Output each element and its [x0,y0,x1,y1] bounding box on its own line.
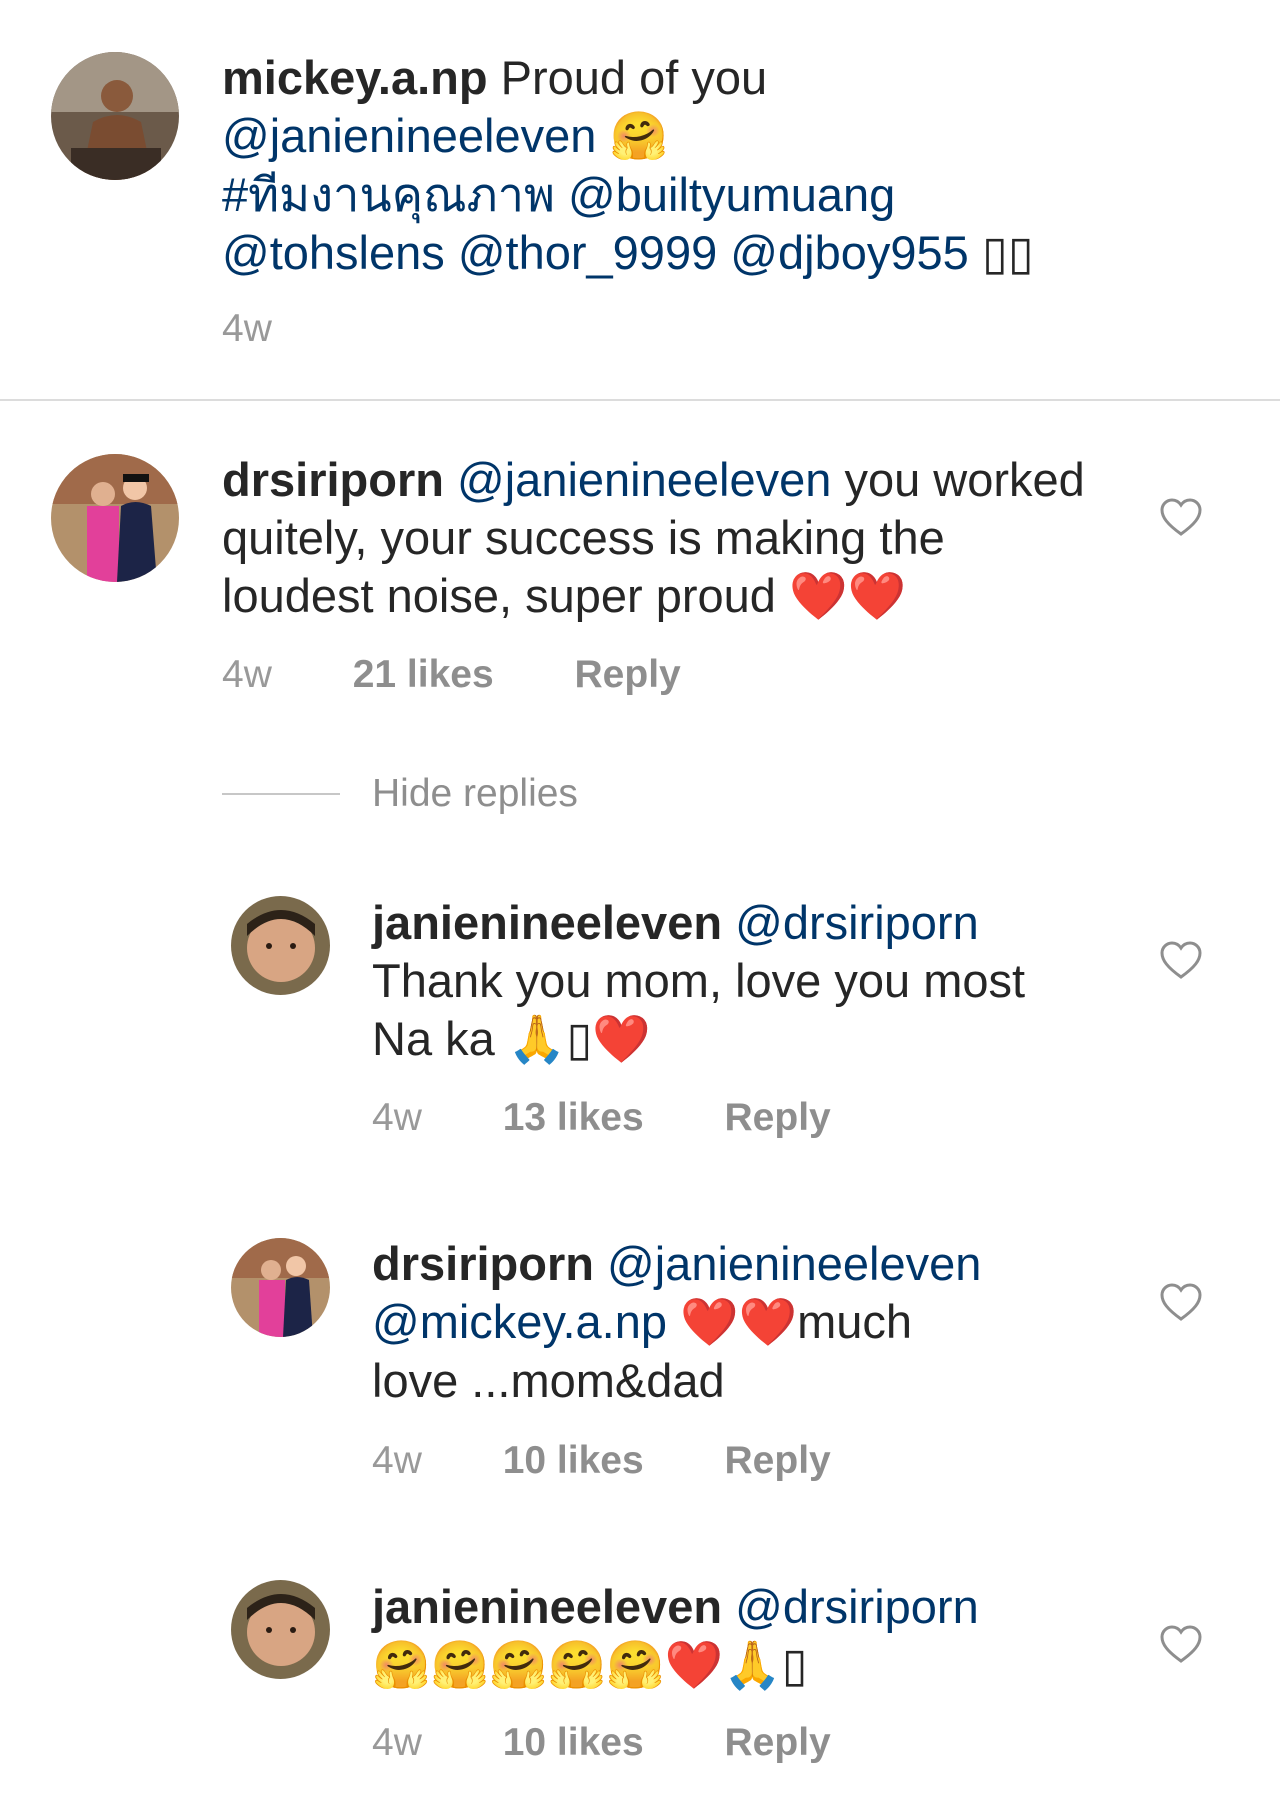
mention-link[interactable]: @janienineeleven [607,1237,981,1290]
reply-username[interactable]: janienineeleven [372,896,722,949]
reply-button[interactable]: Reply [725,1721,831,1765]
heart-outline-icon[interactable] [1159,940,1203,980]
avatar[interactable] [231,1580,330,1679]
emoji-row: 🤗🤗🤗🤗🤗❤️🙏 [372,1638,782,1693]
avatar[interactable] [51,454,179,582]
timestamp: 4w [372,1096,422,1139]
comment-username[interactable]: drsiriporn [222,453,444,506]
avatar[interactable] [231,1238,330,1337]
heart-outline-icon[interactable] [1159,497,1203,537]
reply-meta: 4w 13 likes Reply [372,1096,831,1140]
likes-count[interactable]: 21 likes [353,653,494,697]
mention-line[interactable]: @tohslens @thor_9999 @djboy955 [222,226,969,279]
divider [0,399,1280,401]
hearts-emoji: ❤️❤️ [680,1295,798,1350]
mention-link[interactable]: @drsiriporn [735,896,979,949]
likes-count[interactable]: 13 likes [503,1096,644,1140]
comment-text: mickey.a.np Proud of you @janienineeleve… [222,51,1034,279]
reply-username[interactable]: drsiriporn [372,1237,594,1290]
heart-emoji: ❤️ [592,1012,651,1067]
mention-link[interactable]: @drsiriporn [735,1580,979,1633]
reply-text: janienineeleven @drsiriporn Thank you mo… [372,896,1026,1067]
timestamp: 4w [372,1439,422,1482]
likes-count[interactable]: 10 likes [503,1439,644,1483]
hide-replies-button[interactable]: Hide replies [372,772,578,816]
reply-button[interactable]: Reply [725,1096,831,1140]
pray-emoji: 🙏 [507,1012,567,1067]
comments-page: mickey.a.np Proud of you @janienineeleve… [0,0,1280,1795]
avatar[interactable] [51,52,179,180]
hug-emoji: 🤗 [609,109,668,164]
comment-meta: 4w 21 likes Reply [222,653,681,697]
mention-link[interactable]: @janienineeleven [457,453,831,506]
reply-meta: 4w 10 likes Reply [372,1721,831,1765]
timestamp: 4w [372,1721,422,1764]
avatar[interactable] [231,896,330,995]
reply-button[interactable]: Reply [575,653,681,697]
reply-username[interactable]: janienineeleven [372,1580,722,1633]
heart-outline-icon[interactable] [1159,1282,1203,1322]
likes-count[interactable]: 10 likes [503,1721,644,1765]
reply-button[interactable]: Reply [725,1439,831,1483]
mention-link[interactable]: @mickey.a.np [372,1295,667,1348]
reply-text: drsiriporn @janienineeleven @mickey.a.np… [372,1237,982,1407]
mention-link[interactable]: @janienineeleven [222,109,596,162]
comment-username[interactable]: mickey.a.np [222,51,488,104]
reply-meta: 4w 10 likes Reply [372,1439,831,1483]
hide-replies-line [222,793,340,795]
timestamp: 4w [222,653,272,696]
heart-outline-icon[interactable] [1159,1624,1203,1664]
comment-text: drsiriporn @janienineeleven you worked q… [222,453,1085,624]
reply-text: janienineeleven @drsiriporn 🤗🤗🤗🤗🤗❤️🙏▯ [372,1580,979,1693]
comment-meta: 4w [222,307,272,351]
timestamp: 4w [222,307,272,350]
hearts-emoji: ❤️❤️ [789,569,907,624]
hashtag-mention-line[interactable]: #ทีมงานคุณภาพ @builtyumuang [222,168,895,221]
